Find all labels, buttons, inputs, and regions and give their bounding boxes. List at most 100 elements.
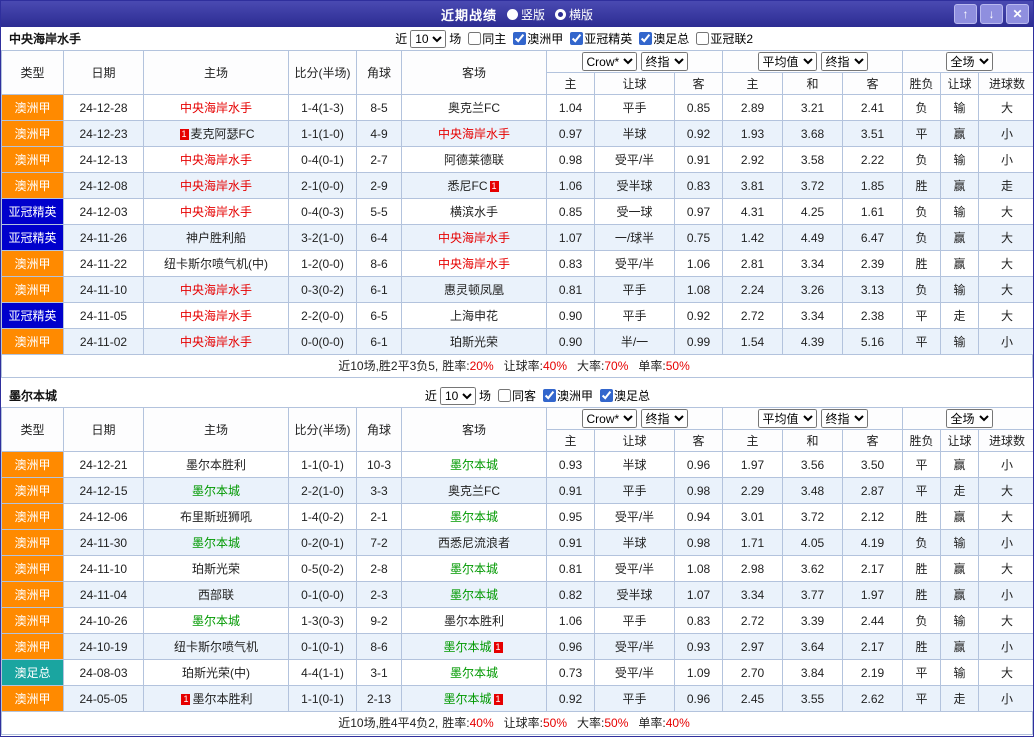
team-link[interactable]: 西悉尼流浪者 <box>438 536 510 550</box>
team-link[interactable]: 中央海岸水手 <box>180 309 252 323</box>
team-link[interactable]: 墨尔本城 <box>450 588 498 602</box>
filter-checkbox-input[interactable] <box>497 389 511 402</box>
team-link[interactable]: 珀斯光荣 <box>192 562 240 576</box>
odds-source-select[interactable]: 全场 <box>945 409 993 428</box>
team-link[interactable]: 纽卡斯尔喷气机(中) <box>164 257 268 271</box>
filter-checkbox-input[interactable] <box>468 32 482 45</box>
avg-away-cell: 5.16 <box>841 328 904 355</box>
page-title: 近期战绩 <box>440 7 497 23</box>
odds-source-select[interactable]: 终指 <box>640 52 688 71</box>
team-link[interactable]: 横滨水手 <box>450 205 498 219</box>
filter-checkbox[interactable]: 澳洲甲 <box>513 30 563 47</box>
team-link[interactable]: 西部联 <box>198 588 234 602</box>
team-link[interactable]: 惠灵顿凤凰 <box>444 283 504 297</box>
handicap-cell: 平手 <box>594 607 675 634</box>
odds-source-select[interactable]: 全场 <box>945 52 993 71</box>
handicap-result-cell: 走 <box>940 685 980 712</box>
filter-checkbox-input[interactable] <box>570 32 584 45</box>
corner-cell: 6-1 <box>356 276 402 303</box>
title-bar: 近期战绩 竖版 横版 ↑ ↓ ✕ <box>1 1 1033 27</box>
table-row: 澳洲甲 24-12-15 墨尔本城 2-2(1-0) 3-3 奥克兰FC 0.91 平手 0.9… <box>1 477 1033 504</box>
filter-checkbox[interactable]: 亚冠精英 <box>570 30 632 47</box>
team-link[interactable]: 上海申花 <box>450 309 498 323</box>
team-link[interactable]: 墨尔本城 <box>450 510 498 524</box>
table-row: 澳洲甲 24-12-28 中央海岸水手 1-4(1-3) 8-5 奥克兰FC 1.04 平手 0… <box>1 94 1033 121</box>
handicap-result-cell: 赢 <box>940 451 980 478</box>
date-cell: 24-11-10 <box>63 276 144 303</box>
team-link[interactable]: 墨尔本城 <box>192 614 240 628</box>
summary-stat-label: 胜率: <box>442 359 470 373</box>
team-link[interactable]: 中央海岸水手 <box>180 153 252 167</box>
team-link[interactable]: 中央海岸水手 <box>438 257 510 271</box>
avg-home-cell: 2.98 <box>722 555 783 582</box>
match-count-select[interactable]: 10 <box>439 386 476 405</box>
filter-checkbox[interactable]: 同客 <box>497 387 536 404</box>
team-link[interactable]: 中央海岸水手 <box>180 205 252 219</box>
odds-group-1: Crow* 终指 <box>546 50 723 73</box>
avg-away-cell: 2.19 <box>841 659 904 686</box>
away-odds-cell: 0.85 <box>674 94 723 121</box>
team-link[interactable]: 珀斯光荣(中) <box>182 666 250 680</box>
team-link[interactable]: 中央海岸水手 <box>180 101 252 115</box>
filter-checkbox[interactable]: 同主 <box>468 30 506 47</box>
col-header-home: 主场 <box>143 407 289 452</box>
team-link[interactable]: 奥克兰FC <box>448 101 500 115</box>
layout-radio-vertical[interactable]: 竖版 <box>506 6 545 23</box>
filter-checkbox[interactable]: 澳洲甲 <box>542 387 593 404</box>
close-icon[interactable]: ✕ <box>1006 4 1029 24</box>
odds-source-select[interactable]: 终指 <box>820 409 868 428</box>
layout-radio-horizontal[interactable]: 横版 <box>555 6 593 23</box>
team-link[interactable]: 墨尔本城 <box>192 484 240 498</box>
down-arrow-button[interactable]: ↓ <box>980 4 1003 24</box>
sub-header: 主 <box>722 72 783 95</box>
filter-checkbox-input[interactable] <box>639 32 653 45</box>
avg-draw-cell: 3.68 <box>782 120 843 147</box>
odds-source-select[interactable]: 终指 <box>820 52 868 71</box>
team-link[interactable]: 墨尔本城 <box>443 640 491 654</box>
away-team-cell: 墨尔本城 1 <box>401 685 547 712</box>
filter-checkbox-input[interactable] <box>513 32 527 45</box>
summary-stat-value: 40% <box>665 716 690 730</box>
team-link[interactable]: 墨尔本胜利 <box>186 458 246 472</box>
team-link[interactable]: 麦克阿瑟FC <box>191 127 255 141</box>
team-link[interactable]: 阿德莱德联 <box>444 153 504 167</box>
odds-source-select[interactable]: 平均值 <box>757 409 817 428</box>
corner-cell: 6-1 <box>356 328 402 355</box>
team-link[interactable]: 奥克兰FC <box>448 484 500 498</box>
odds-source-select[interactable]: Crow* <box>581 409 637 428</box>
team-link[interactable]: 悉尼FC <box>448 179 488 193</box>
filter-checkbox[interactable]: 澳足总 <box>599 387 650 404</box>
team-link[interactable]: 墨尔本胜利 <box>444 614 504 628</box>
corner-cell: 2-9 <box>356 172 402 199</box>
team-link[interactable]: 中央海岸水手 <box>438 231 510 245</box>
odds-source-select[interactable]: 终指 <box>640 409 688 428</box>
odds-source-select[interactable]: 平均值 <box>757 52 817 71</box>
team-link[interactable]: 布里斯班狮吼 <box>180 510 252 524</box>
team-link[interactable]: 中央海岸水手 <box>180 179 252 193</box>
filter-checkbox-input[interactable] <box>542 389 556 402</box>
team-link[interactable]: 纽卡斯尔喷气机 <box>174 640 258 654</box>
up-arrow-button[interactable]: ↑ <box>954 4 977 24</box>
date-cell: 24-11-02 <box>63 328 144 355</box>
match-count-select[interactable]: 10 <box>410 29 447 48</box>
team-link[interactable]: 墨尔本城 <box>450 562 498 576</box>
odds-source-select[interactable]: Crow* <box>581 52 637 71</box>
team-link[interactable]: 墨尔本城 <box>450 458 498 472</box>
team-link[interactable]: 墨尔本胜利 <box>192 692 252 706</box>
filter-checkbox[interactable]: 澳足总 <box>639 30 689 47</box>
team-link[interactable]: 神户胜利船 <box>186 231 246 245</box>
team-link[interactable]: 墨尔本城 <box>450 666 498 680</box>
team-link[interactable]: 中央海岸水手 <box>438 127 510 141</box>
away-odds-cell: 0.98 <box>674 477 723 504</box>
red-card-badge: 1 <box>179 129 189 140</box>
team-link[interactable]: 墨尔本城 <box>192 536 240 550</box>
team-link[interactable]: 中央海岸水手 <box>180 283 252 297</box>
team-link[interactable]: 珀斯光荣 <box>450 335 498 349</box>
team-link[interactable]: 中央海岸水手 <box>180 335 252 349</box>
filter-checkbox[interactable]: 亚冠联2 <box>696 30 753 47</box>
filter-checkbox-input[interactable] <box>696 32 710 45</box>
home-odds-cell: 0.98 <box>546 146 595 173</box>
table-row: 澳洲甲 24-11-22 纽卡斯尔喷气机(中) 1-2(0-0) 8-6 中央海岸水手 0.… <box>1 250 1033 277</box>
filter-checkbox-input[interactable] <box>599 389 613 402</box>
team-link[interactable]: 墨尔本城 <box>443 692 491 706</box>
